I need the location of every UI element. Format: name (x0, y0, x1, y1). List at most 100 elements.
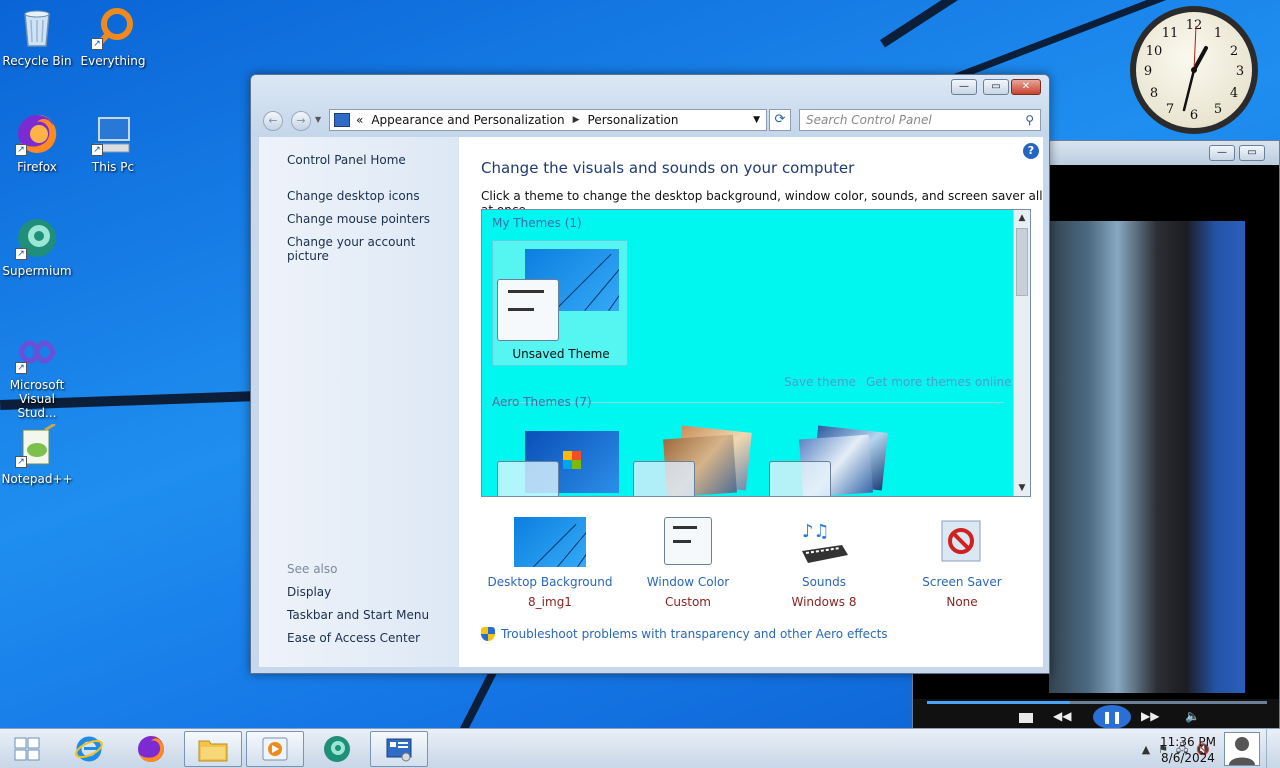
change-mouse-pointers-link[interactable]: Change mouse pointers (287, 212, 430, 226)
minimize-button[interactable]: — (1209, 145, 1235, 161)
desktop-icon-label: Firefox (17, 160, 57, 174)
minimize-button[interactable]: — (951, 79, 977, 95)
media-player-icon (262, 737, 288, 761)
breadcrumb-current[interactable]: Personalization (588, 113, 679, 127)
taskbar-control-panel[interactable] (370, 731, 428, 767)
get-more-themes-link[interactable]: Get more themes online (866, 375, 1012, 389)
desktop-icon-visual-studio[interactable]: ↗ Microsoft Visual Stud... (0, 330, 74, 420)
sounds-option[interactable]: ♪♫ Sounds Windows 8 (759, 517, 889, 609)
address-bar[interactable]: « Appearance and Personalization ▶ Perso… (329, 109, 767, 131)
desktop-icon-recycle-bin[interactable]: Recycle Bin (0, 6, 74, 68)
taskbar-internet-explorer[interactable] (60, 731, 118, 767)
change-desktop-icons-link[interactable]: Change desktop icons (287, 189, 420, 203)
aero-theme-tile[interactable] (628, 422, 764, 496)
desktop-icon-notepad-plus-plus[interactable]: ↗ Notepad++ (0, 422, 74, 486)
refresh-button[interactable]: ⟳ (769, 109, 791, 131)
taskbar-start-menu-link[interactable]: Taskbar and Start Menu (287, 608, 429, 622)
desktop-icon-supermium[interactable]: ↗ Supermium (0, 216, 74, 278)
desktop-icon-label: Supermium (2, 264, 72, 278)
unsaved-theme-tile[interactable]: Unsaved Theme (492, 240, 628, 366)
address-dropdown-icon[interactable]: ▼ (753, 115, 760, 125)
pause-icon[interactable]: ❚❚ (1093, 705, 1131, 728)
scroll-down-icon[interactable]: ▼ (1014, 483, 1030, 493)
aero-theme-tile[interactable] (764, 422, 900, 496)
forward-button[interactable]: → (291, 111, 311, 131)
screen-saver-option[interactable]: Screen Saver None (897, 517, 1027, 609)
ease-of-access-link[interactable]: Ease of Access Center (287, 631, 420, 645)
supermium-icon: ↗ (15, 216, 59, 260)
folder-icon (198, 740, 228, 762)
theme-window-thumbnail (497, 279, 559, 341)
search-icon[interactable]: ⚲ (1025, 113, 1034, 127)
desktop-icon-firefox[interactable]: ↗ Firefox (0, 112, 74, 174)
media-controls: ◀◀ ❚❚ ▶▶ 🔈 (913, 699, 1279, 728)
desktop-icon-label: Microsoft Visual Stud... (9, 378, 65, 420)
aero-themes-heading: Aero Themes (7) (492, 395, 592, 409)
sounds-title[interactable]: Sounds (759, 575, 889, 589)
firefox-icon (138, 735, 164, 762)
troubleshoot-label[interactable]: Troubleshoot problems with transparency … (501, 627, 888, 641)
everything-search-icon: ↗ (91, 6, 135, 50)
clock-time: 11:36 PM (1160, 735, 1216, 749)
troubleshoot-link[interactable]: Troubleshoot problems with transparency … (481, 627, 888, 641)
change-account-picture-link[interactable]: Change your account picture (287, 235, 459, 263)
show-hidden-icons-chevron-icon[interactable]: ▲ (1142, 743, 1150, 756)
firefox-icon: ↗ (15, 112, 59, 156)
desktop-icon-label: Everything (80, 54, 146, 68)
search-input[interactable]: Search Control Panel ⚲ (799, 109, 1041, 131)
taskbar-media-player[interactable] (246, 731, 304, 767)
breadcrumb-parent[interactable]: Appearance and Personalization (371, 113, 564, 127)
window-color-option[interactable]: Window Color Custom (623, 517, 753, 609)
desktop-icon-this-pc[interactable]: ↗ This Pc (76, 112, 150, 174)
svg-text:♪♫: ♪♫ (802, 521, 830, 542)
maximize-button[interactable]: ▭ (1239, 145, 1265, 161)
rewind-icon[interactable]: ◀◀ (1053, 709, 1083, 727)
desktop-icon-everything[interactable]: ↗ Everything (76, 6, 150, 68)
close-button[interactable]: ✕ (1011, 79, 1041, 95)
window-titlebar[interactable]: — ▭ ✕ ← → ▼ « Appearance and Personaliza… (251, 75, 1049, 137)
task-pane: Control Panel Home Change desktop icons … (259, 137, 459, 667)
main-content: ? Change the visuals and sounds on your … (459, 137, 1043, 667)
desktop-icon-label: Notepad++ (1, 472, 73, 486)
desktop-background-option[interactable]: Desktop Background 8_img1 (485, 517, 615, 609)
display-link[interactable]: Display (287, 585, 331, 599)
show-desktop-button[interactable] (1266, 729, 1280, 768)
taskbar-supermium[interactable] (308, 731, 366, 767)
fast-forward-icon[interactable]: ▶▶ (1141, 709, 1171, 727)
back-button[interactable]: ← (263, 111, 283, 131)
help-icon[interactable]: ? (1023, 143, 1039, 159)
breadcrumb-separator-icon[interactable]: ▶ (573, 115, 580, 125)
theme-list[interactable]: My Themes (1) Unsaved Theme Save theme G… (481, 209, 1031, 497)
user-account-button[interactable] (1224, 732, 1260, 766)
personalization-window[interactable]: — ▭ ✕ ← → ▼ « Appearance and Personaliza… (250, 74, 1050, 674)
clock-hands (1182, 25, 1208, 112)
theme-list-scrollbar[interactable]: ▲ ▼ (1013, 210, 1030, 496)
save-theme-link[interactable]: Save theme (784, 375, 856, 389)
taskbar-firefox[interactable] (122, 731, 180, 767)
scroll-up-icon[interactable]: ▲ (1014, 213, 1030, 223)
aero-theme-tile[interactable] (492, 422, 628, 496)
maximize-button[interactable]: ▭ (983, 79, 1009, 95)
seek-bar[interactable] (927, 701, 1267, 704)
theme-window-thumbnail (633, 461, 695, 496)
start-button[interactable] (0, 731, 54, 767)
shield-icon (481, 627, 495, 641)
window-color-title[interactable]: Window Color (623, 575, 753, 589)
recent-pages-chevron-icon[interactable]: ▼ (315, 115, 321, 124)
clock-face: 12 1 2 3 4 5 6 7 8 9 10 11 (1136, 12, 1252, 128)
volume-icon[interactable]: 🔈 (1185, 709, 1215, 727)
breadcrumb-prefix[interactable]: « (356, 113, 363, 127)
my-themes-heading: My Themes (1) (492, 216, 582, 230)
stop-icon[interactable] (1019, 713, 1033, 723)
shortcut-arrow-icon: ↗ (15, 456, 27, 468)
scrollbar-thumb[interactable] (1016, 228, 1028, 296)
sounds-icon: ♪♫ (788, 517, 860, 567)
taskbar-file-explorer[interactable] (184, 731, 242, 767)
clock-gadget[interactable]: 12 1 2 3 4 5 6 7 8 9 10 11 (1130, 6, 1258, 134)
windows-logo-icon (14, 737, 40, 761)
control-panel-home-link[interactable]: Control Panel Home (287, 153, 406, 167)
taskbar-clock[interactable]: 11:36 PM 8/6/2024 (1152, 734, 1224, 766)
recycle-bin-icon (15, 6, 59, 50)
screen-saver-title[interactable]: Screen Saver (897, 575, 1027, 589)
desktop-background-title[interactable]: Desktop Background (485, 575, 615, 589)
